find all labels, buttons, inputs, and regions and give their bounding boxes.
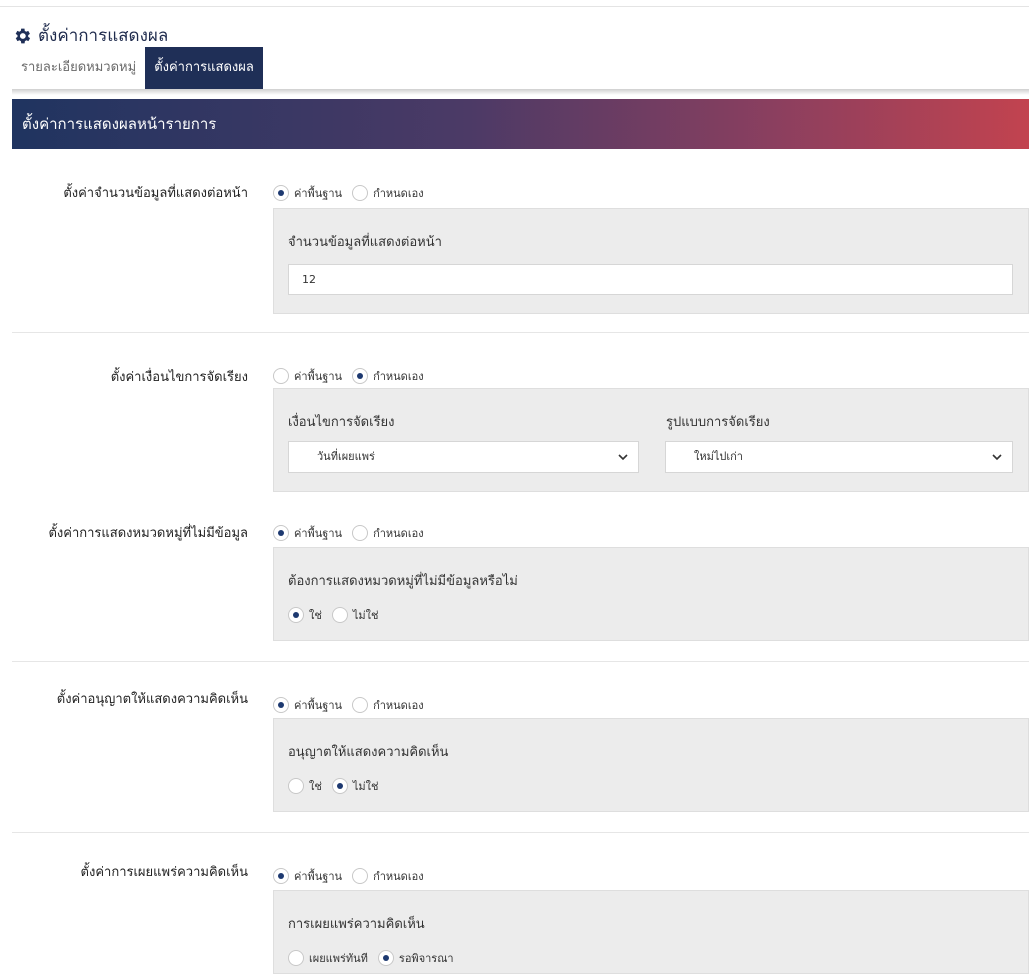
setting-label-sort: ตั้งค่าเงื่อนไขการจัดเรียง — [110, 370, 248, 385]
tab-display-settings[interactable]: ตั้งค่าการแสดงผล — [145, 47, 263, 89]
radio-default-label: ค่าพื้นฐาน — [294, 370, 343, 383]
tab-shadow — [12, 89, 1029, 95]
radio-custom-label: กำหนดเอง — [373, 527, 424, 540]
radio-default-label: ค่าพื้นฐาน — [294, 870, 343, 883]
section-divider — [12, 332, 1029, 333]
radio-default[interactable] — [273, 525, 289, 541]
sort-format-value: ใหม่ไปเก่า — [694, 450, 743, 463]
radio-no[interactable] — [331, 778, 348, 794]
tab-category-details[interactable]: รายละเอียดหมวดหมู่ — [12, 47, 145, 89]
panel-sort: เงื่อนไขการจัดเรียง วันที่เผยแพร่ รูปแบบ… — [273, 388, 1029, 492]
radio-publish-now-label: เผยแพร่ทันที — [309, 952, 368, 965]
gear-icon — [15, 28, 31, 43]
radio-group-publish-comments-mode: ค่าพื้นฐาน กำหนดเอง — [273, 867, 434, 885]
radio-group-publish-comments: เผยแพร่ทันที รอพิจารณา — [288, 949, 464, 967]
radio-default[interactable] — [273, 697, 289, 713]
panel-empty-category: ต้องการแสดงหมวดหมู่ที่ไม่มีข้อมูลหรือไม่… — [273, 547, 1029, 641]
radio-custom[interactable] — [352, 525, 369, 541]
radio-no[interactable] — [331, 607, 348, 623]
page-title: ตั้งค่าการแสดงผล — [38, 26, 169, 46]
setting-label-per-page: ตั้งค่าจำนวนข้อมูลที่แสดงต่อหน้า — [63, 186, 248, 201]
radio-custom[interactable] — [352, 368, 369, 384]
sort-format-label: รูปแบบการจัดเรียง — [666, 415, 770, 430]
section-divider — [12, 832, 1029, 833]
radio-publish-now[interactable] — [288, 950, 304, 966]
chevron-down-icon — [992, 454, 1002, 461]
radio-yes-label: ใช่ — [309, 780, 322, 793]
radio-group-empty-category-mode: ค่าพื้นฐาน กำหนดเอง — [273, 524, 434, 542]
allow-comments-question: อนุญาตให้แสดงความคิดเห็น — [288, 745, 449, 760]
section-divider — [12, 661, 1029, 662]
radio-pending-review[interactable] — [377, 950, 394, 966]
radio-custom-label: กำหนดเอง — [373, 187, 424, 200]
radio-custom[interactable] — [352, 868, 369, 884]
page-header: ตั้งค่าการแสดงผล — [12, 22, 168, 49]
radio-custom-label: กำหนดเอง — [373, 370, 424, 383]
radio-group-per-page-mode: ค่าพื้นฐาน กำหนดเอง — [273, 184, 434, 202]
empty-category-question: ต้องการแสดงหมวดหมู่ที่ไม่มีข้อมูลหรือไม่ — [288, 574, 518, 589]
radio-default-label: ค่าพื้นฐาน — [294, 527, 343, 540]
radio-no-label: ไม่ใช่ — [352, 609, 379, 622]
radio-custom-label: กำหนดเอง — [373, 870, 424, 883]
tab-bar: รายละเอียดหมวดหมู่ ตั้งค่าการแสดงผล — [12, 47, 263, 89]
radio-custom[interactable] — [352, 697, 369, 713]
radio-default-label: ค่าพื้นฐาน — [294, 187, 343, 200]
sort-condition-select[interactable]: วันที่เผยแพร่ — [288, 441, 639, 473]
radio-default[interactable] — [273, 368, 289, 384]
radio-custom-label: กำหนดเอง — [373, 699, 424, 712]
top-rule — [0, 6, 1029, 7]
field-label-per-page: จำนวนข้อมูลที่แสดงต่อหน้า — [288, 235, 442, 250]
radio-group-allow-comments-mode: ค่าพื้นฐาน กำหนดเอง — [273, 696, 434, 714]
chevron-down-icon — [618, 454, 628, 461]
radio-pending-review-label: รอพิจารณา — [398, 952, 454, 965]
radio-default-label: ค่าพื้นฐาน — [294, 699, 343, 712]
section-banner: ตั้งค่าการแสดงผลหน้ารายการ — [12, 99, 1029, 149]
sort-condition-label: เงื่อนไขการจัดเรียง — [288, 415, 395, 430]
radio-group-empty-category: ใช่ ไม่ใช่ — [288, 606, 388, 624]
panel-allow-comments: อนุญาตให้แสดงความคิดเห็น ใช่ ไม่ใช่ — [273, 718, 1029, 812]
radio-yes[interactable] — [288, 778, 304, 794]
sort-condition-value: วันที่เผยแพร่ — [317, 450, 375, 463]
sort-format-select[interactable]: ใหม่ไปเก่า — [665, 441, 1013, 473]
setting-label-empty-category: ตั้งค่าการแสดงหมวดหมู่ที่ไม่มีข้อมูล — [48, 526, 248, 541]
radio-default[interactable] — [273, 185, 289, 201]
publish-comments-question: การเผยแพร่ความคิดเห็น — [288, 917, 425, 932]
radio-group-sort-mode: ค่าพื้นฐาน กำหนดเอง — [273, 367, 434, 385]
setting-label-allow-comments: ตั้งค่าอนุญาตให้แสดงความคิดเห็น — [56, 692, 248, 707]
setting-label-publish-comments: ตั้งค่าการเผยแพร่ความคิดเห็น — [80, 865, 248, 880]
panel-publish-comments: การเผยแพร่ความคิดเห็น เผยแพร่ทันที รอพิจ… — [273, 890, 1029, 974]
radio-default[interactable] — [273, 868, 289, 884]
radio-custom[interactable] — [352, 185, 369, 201]
radio-yes-label: ใช่ — [309, 609, 322, 622]
panel-per-page: จำนวนข้อมูลที่แสดงต่อหน้า 12 — [273, 208, 1029, 314]
radio-yes[interactable] — [288, 607, 304, 623]
radio-group-allow-comments: ใช่ ไม่ใช่ — [288, 777, 388, 795]
per-page-input[interactable]: 12 — [288, 264, 1013, 295]
radio-no-label: ไม่ใช่ — [352, 780, 379, 793]
